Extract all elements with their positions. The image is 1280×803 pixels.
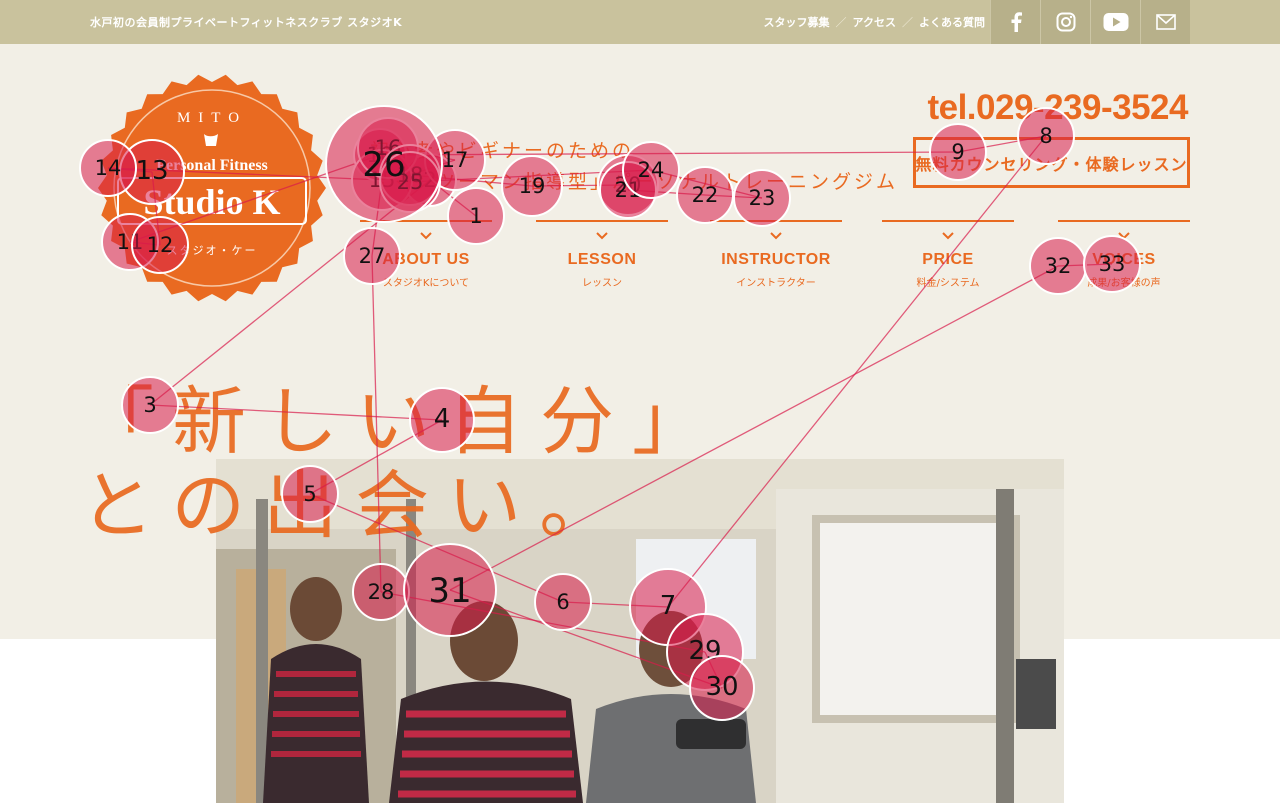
nav-item-instructor[interactable]: INSTRUCTOR インストラクター <box>710 220 842 289</box>
nav-item-voices[interactable]: VOICES 成果/お客様の声 <box>1058 220 1190 289</box>
nav-label-en: VOICES <box>1092 251 1156 268</box>
logo-brand-text: Studio K <box>143 182 280 222</box>
nav-item-about[interactable]: ABOUT US スタジオKについて <box>360 220 492 289</box>
nav-rule <box>360 220 492 222</box>
studio-k-logo: MITO Personal Fitness Studio K スタジオ・ケー <box>98 74 326 302</box>
nav-label-en: INSTRUCTOR <box>721 251 831 268</box>
logo-middle-text: Personal Fitness <box>156 157 268 174</box>
social-links <box>990 0 1190 44</box>
nav-label-jp: 料金/システム <box>916 278 980 289</box>
separator: ／ <box>902 16 913 29</box>
nav-rule <box>536 220 668 222</box>
nav-label-jp: スタジオKについて <box>382 278 470 289</box>
catch-copy-line-2: 「マンツーマン指導型」パーソナルトレーニングジム <box>370 171 899 193</box>
logo-top-text: MITO <box>177 110 247 126</box>
instagram-icon <box>1056 12 1075 32</box>
chevron-down-icon <box>1118 232 1130 240</box>
top-bar: 水戸初の会員制プライベートフィットネスクラブ スタジオK スタッフ募集 ／ アク… <box>0 0 1280 44</box>
chevron-down-icon <box>770 232 782 240</box>
youtube-icon <box>1103 13 1128 31</box>
instagram-button[interactable] <box>1040 0 1090 44</box>
facebook-button[interactable] <box>990 0 1040 44</box>
nav-rule <box>882 220 1014 222</box>
nav-item-lesson[interactable]: LESSON レッスン <box>536 220 668 289</box>
nav-label-en: PRICE <box>922 251 974 268</box>
top-link-recruit[interactable]: スタッフ募集 <box>764 14 830 30</box>
chevron-down-icon <box>596 232 608 240</box>
nav-label-en: LESSON <box>567 251 637 268</box>
nav-item-price[interactable]: PRICE 料金/システム <box>882 220 1014 289</box>
nav-label-en: ABOUT US <box>382 251 470 268</box>
logo-kana-text: スタジオ・ケー <box>167 244 258 257</box>
main-nav: ABOUT US スタジオKについて LESSON レッスン INSTRUCTO… <box>360 220 1190 300</box>
nav-rule <box>1058 220 1190 222</box>
facebook-icon <box>1011 12 1022 32</box>
mail-icon <box>1155 14 1176 30</box>
separator: ／ <box>835 16 847 29</box>
site-tagline: 水戸初の会員制プライベートフィットネスクラブ スタジオK <box>90 16 403 29</box>
free-trial-button[interactable]: 無料カウンセリング・体験レッスン <box>913 137 1190 188</box>
chevron-down-icon <box>420 232 432 240</box>
top-link-access[interactable]: アクセス <box>853 14 896 30</box>
youtube-button[interactable] <box>1090 0 1140 44</box>
nav-rule <box>710 220 842 222</box>
top-link-faq[interactable]: よくある質問 <box>919 14 985 30</box>
hero-headline-line-2: との出会い。 <box>80 463 632 549</box>
catch-copy-line-1: 初心者やビギナーのための <box>370 140 635 162</box>
mail-button[interactable] <box>1140 0 1190 44</box>
top-nav: スタッフ募集 ／ アクセス ／ よくある質問 <box>764 14 985 30</box>
chevron-down-icon <box>942 232 954 240</box>
hero-headline-line-1: 「新しい自分」 <box>80 379 724 465</box>
nav-label-jp: 成果/お客様の声 <box>1087 278 1161 289</box>
site-logo[interactable]: MITO Personal Fitness Studio K スタジオ・ケー <box>96 72 328 304</box>
phone-number[interactable]: tel.029-239-3524 <box>927 88 1188 128</box>
hero-headline: 「新しい自分」 との出会い。 <box>80 380 724 548</box>
nav-label-jp: レッスン <box>582 278 622 289</box>
nav-label-jp: インストラクター <box>736 278 816 289</box>
